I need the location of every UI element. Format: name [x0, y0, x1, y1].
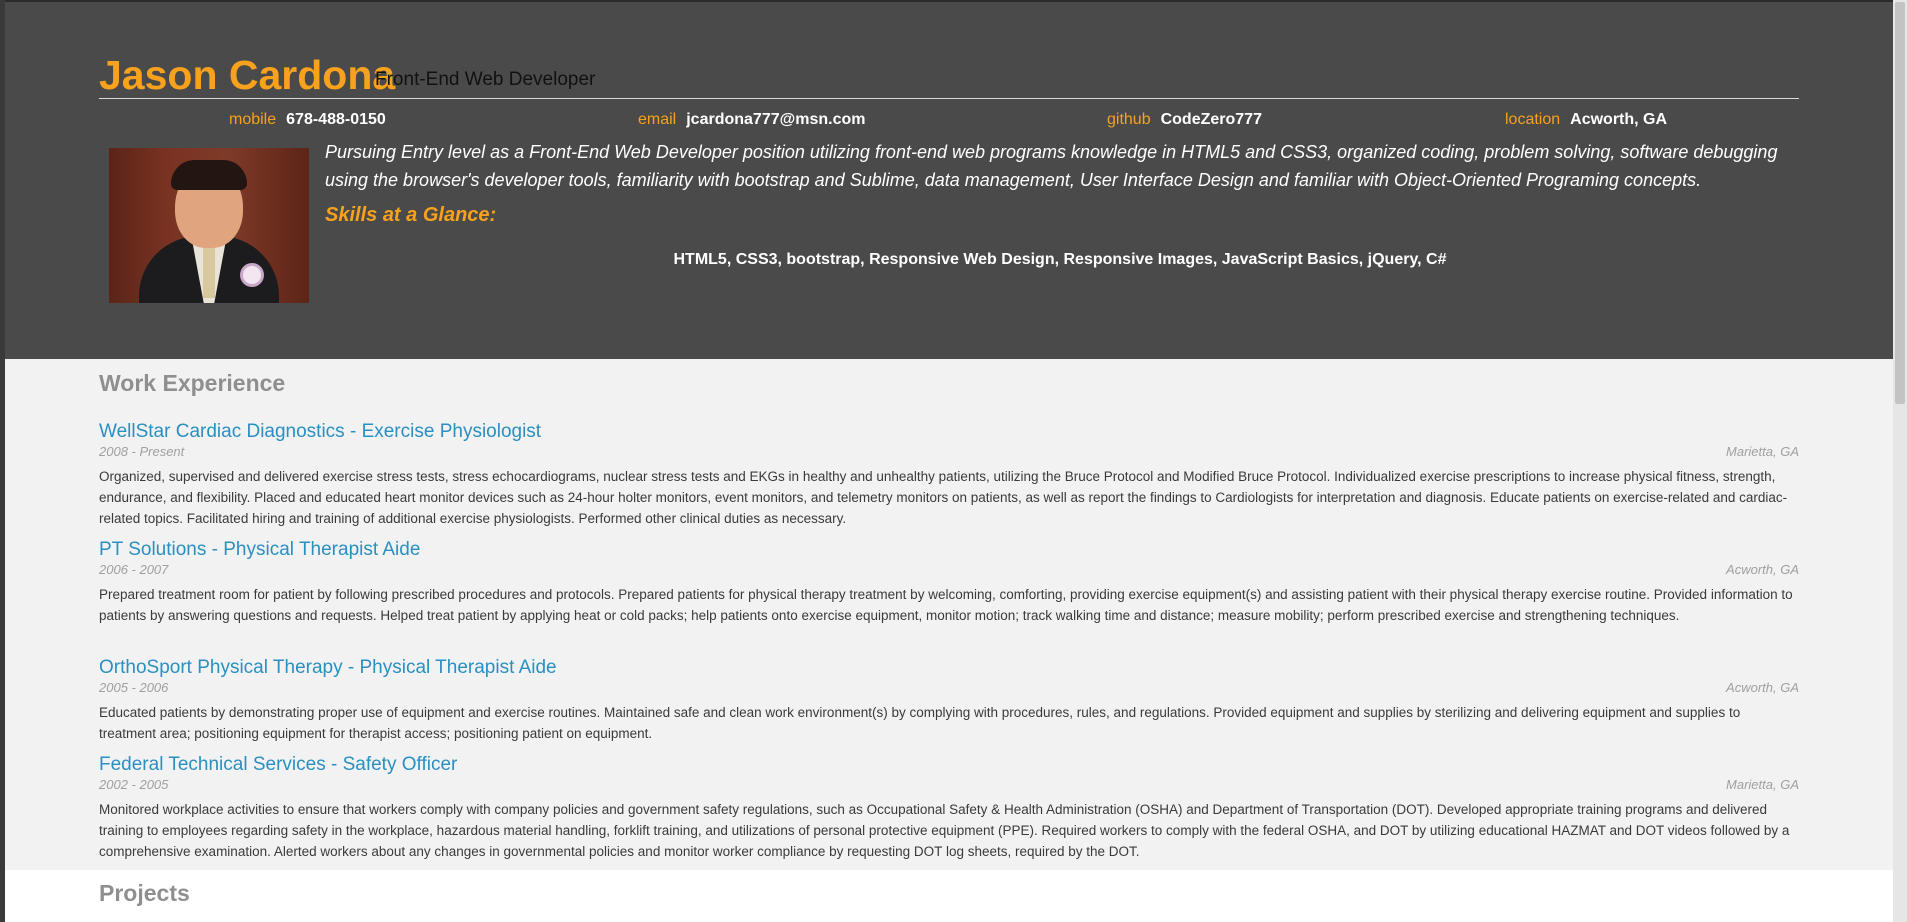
job-title-link[interactable]: OrthoSport Physical Therapy - Physical T…: [99, 656, 1799, 680]
contact-value: Acworth, GA: [1570, 111, 1668, 128]
job-title-link[interactable]: PT Solutions - Physical Therapist Aide: [99, 538, 1799, 562]
scrollbar-thumb[interactable]: [1895, 2, 1905, 404]
contact-label: email: [638, 111, 677, 128]
job-dates: 2005 - 2006: [99, 680, 169, 695]
job-entry: Federal Technical Services - Safety Offi…: [99, 753, 1799, 862]
resume-page: Jason Cardona Front-End Web Developer mo…: [0, 0, 1893, 922]
job-location: Marietta, GA: [1726, 444, 1799, 459]
job-dates: 2006 - 2007: [99, 562, 169, 577]
contact-value[interactable]: jcardona777@msn.com: [686, 111, 865, 128]
contact-label: github: [1107, 111, 1151, 128]
contact-mobile: mobile 678-488-0150: [229, 111, 386, 129]
job-location: Acworth, GA: [1726, 562, 1799, 577]
summary-text: Pursuing Entry level as a Front-End Web …: [325, 142, 1778, 190]
projects-heading: Projects: [99, 880, 190, 906]
contact-label: mobile: [229, 111, 277, 128]
work-experience-heading: Work Experience: [99, 370, 286, 396]
header-divider: [99, 98, 1799, 99]
job-meta: 2002 - 2005 Marietta, GA: [99, 777, 1799, 793]
job-dates: 2008 - Present: [99, 444, 185, 459]
header: Jason Cardona Front-End Web Developer mo…: [5, 0, 1893, 359]
job-meta: 2006 - 2007 Acworth, GA: [99, 562, 1799, 578]
candidate-name: Jason Cardona: [99, 52, 396, 98]
contact-location: location Acworth, GA: [1505, 111, 1667, 129]
job-meta: 2005 - 2006 Acworth, GA: [99, 680, 1799, 696]
job-entry: WellStar Cardiac Diagnostics - Exercise …: [99, 420, 1799, 529]
contact-email: email jcardona777@msn.com: [638, 111, 865, 129]
skills-heading: Skills at a Glance:: [325, 204, 497, 226]
photo-tie: [203, 246, 215, 298]
job-entry: PT Solutions - Physical Therapist Aide 2…: [99, 538, 1799, 626]
projects-section: [5, 870, 1893, 922]
vertical-scrollbar[interactable]: [1893, 0, 1907, 922]
job-location: Acworth, GA: [1726, 680, 1799, 695]
contact-github: github CodeZero777: [1107, 111, 1262, 129]
contact-value[interactable]: CodeZero777: [1161, 111, 1262, 128]
job-entry: OrthoSport Physical Therapy - Physical T…: [99, 656, 1799, 744]
job-title-link[interactable]: WellStar Cardiac Diagnostics - Exercise …: [99, 420, 1799, 444]
job-description: Monitored workplace activities to ensure…: [99, 802, 1790, 859]
contact-label: location: [1505, 111, 1561, 128]
candidate-role: Front-End Web Developer: [375, 69, 596, 90]
job-location: Marietta, GA: [1726, 777, 1799, 792]
photo-hair: [171, 160, 247, 190]
job-meta: 2008 - Present Marietta, GA: [99, 444, 1799, 460]
profile-photo: [109, 148, 309, 303]
job-description: Educated patients by demonstrating prope…: [99, 705, 1741, 741]
photo-boutonniere: [243, 266, 261, 284]
job-description: Organized, supervised and delivered exer…: [99, 469, 1788, 526]
job-dates: 2002 - 2005: [99, 777, 169, 792]
job-title-link[interactable]: Federal Technical Services - Safety Offi…: [99, 753, 1799, 777]
skills-list: HTML5, CSS3, bootstrap, Responsive Web D…: [673, 251, 1447, 268]
job-description: Prepared treatment room for patient by f…: [99, 587, 1793, 623]
contact-value[interactable]: 678-488-0150: [286, 111, 386, 128]
